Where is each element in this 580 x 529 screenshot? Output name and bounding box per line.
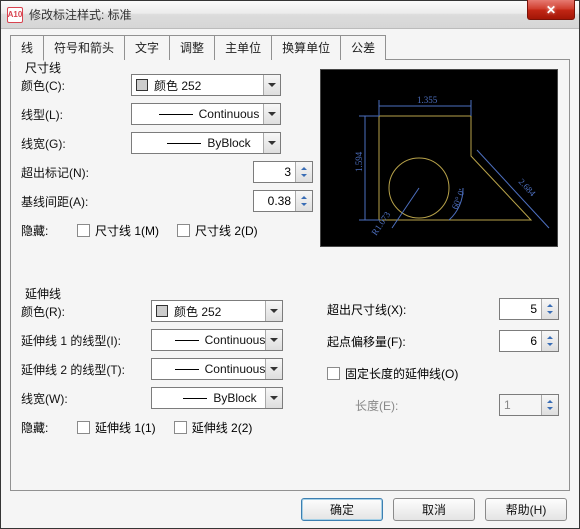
extline1-linetype-value: Continuous — [205, 333, 266, 347]
dropdown-icon[interactable] — [265, 301, 282, 321]
ok-button[interactable]: 确定 — [301, 498, 383, 521]
tab-tolerances[interactable]: 公差 — [340, 35, 386, 60]
dimline-baseline-spinner[interactable]: 0.38 — [253, 190, 313, 212]
dimline-baseline-label: 基线间距(A): — [21, 193, 191, 210]
extline-hide-label: 隐藏: — [21, 419, 77, 436]
svg-text:1.355: 1.355 — [417, 95, 438, 105]
extline-lineweight-value: ByBlock — [213, 391, 256, 405]
extline-beyond-label: 超出尺寸线(X): — [327, 301, 447, 318]
extline-beyond-spinner[interactable]: 5 — [499, 298, 559, 320]
checkbox-icon — [77, 224, 90, 237]
extline2-linetype-value: Continuous — [205, 362, 266, 376]
extline-color-combo[interactable]: 颜色 252 — [151, 300, 283, 322]
extline-fixed-text: 固定长度的延伸线(O) — [345, 365, 458, 382]
dropdown-icon[interactable] — [265, 359, 282, 379]
window-title: 修改标注样式: 标准 — [29, 6, 132, 23]
dimline-hide1-text: 尺寸线 1(M) — [95, 222, 159, 239]
svg-text:R1.073: R1.073 — [369, 209, 392, 237]
extline1-linetype-label: 延伸线 1 的线型(I): — [21, 332, 151, 349]
dimline-extend-spinner[interactable]: 3 — [253, 161, 313, 183]
spinner-icon[interactable] — [541, 299, 558, 319]
line-preview-icon — [183, 398, 207, 399]
extline-offset-value: 6 — [500, 334, 541, 348]
app-icon: A10 — [7, 7, 23, 23]
extline-beyond-value: 5 — [500, 302, 541, 316]
group-extension-lines: 延伸线 颜色(R): 颜色 252 延伸线 1 的线型(I): — [21, 294, 313, 438]
extline-length-value: 1 — [500, 398, 541, 412]
dimline-hide1-checkbox[interactable]: 尺寸线 1(M) — [77, 222, 159, 239]
dimline-baseline-value: 0.38 — [254, 194, 295, 208]
dimline-color-label: 颜色(C): — [21, 77, 131, 94]
extline-color-value: 颜色 252 — [174, 303, 221, 320]
extline2-linetype-combo[interactable]: Continuous — [151, 358, 283, 380]
dimension-preview: 1.355 1.594 2.684 R1.073 60° 0' — [320, 69, 558, 247]
titlebar: A10 修改标注样式: 标准 ✕ — [1, 1, 579, 29]
dropdown-icon[interactable] — [265, 330, 282, 350]
tab-text[interactable]: 文字 — [124, 35, 170, 60]
dimline-hide2-checkbox[interactable]: 尺寸线 2(D) — [177, 222, 258, 239]
tab-primary-units[interactable]: 主单位 — [214, 35, 272, 60]
dropdown-icon[interactable] — [263, 133, 280, 153]
checkbox-icon — [77, 421, 90, 434]
tab-lines[interactable]: 线 — [10, 35, 44, 61]
dimline-linetype-combo[interactable]: Continuous — [131, 103, 281, 125]
tabstrip: 线 符号和箭头 文字 调整 主单位 换算单位 公差 — [10, 35, 570, 60]
spinner-icon[interactable] — [541, 331, 558, 351]
extline-hide1-text: 延伸线 1(1) — [95, 419, 156, 436]
tab-alt-units[interactable]: 换算单位 — [271, 35, 341, 60]
spinner-icon — [541, 395, 558, 415]
extline-length-label: 长度(E): — [355, 397, 447, 414]
extline-fixed-checkbox[interactable]: 固定长度的延伸线(O) — [327, 365, 458, 382]
extline-color-label: 颜色(R): — [21, 303, 151, 320]
line-preview-icon — [175, 369, 199, 370]
cancel-button[interactable]: 取消 — [393, 498, 475, 521]
dimline-linetype-label: 线型(L): — [21, 106, 131, 123]
line-preview-icon — [175, 340, 199, 341]
svg-text:60° 0': 60° 0' — [450, 187, 467, 211]
extline-hide2-checkbox[interactable]: 延伸线 2(2) — [174, 419, 253, 436]
tab-symbols-arrows[interactable]: 符号和箭头 — [43, 35, 125, 60]
extline-length-spinner[interactable]: 1 — [499, 394, 559, 416]
dimline-extend-value: 3 — [254, 165, 295, 179]
spinner-icon[interactable] — [295, 162, 312, 182]
dropdown-icon[interactable] — [265, 388, 282, 408]
dropdown-icon[interactable] — [263, 75, 280, 95]
line-preview-icon — [159, 114, 193, 115]
spinner-icon[interactable] — [295, 191, 312, 211]
button-bar: 确定 取消 帮助(H) — [1, 490, 579, 528]
dimline-color-value: 颜色 252 — [154, 77, 201, 94]
dimline-hide2-text: 尺寸线 2(D) — [195, 222, 258, 239]
extline-hide1-checkbox[interactable]: 延伸线 1(1) — [77, 419, 156, 436]
dimline-linetype-value: Continuous — [199, 107, 260, 121]
checkbox-icon — [177, 224, 190, 237]
dimline-lineweight-label: 线宽(G): — [21, 135, 131, 152]
dimline-lineweight-combo[interactable]: ByBlock — [131, 132, 281, 154]
group-dimension-lines-legend: 尺寸线 — [21, 59, 65, 76]
tab-fit[interactable]: 调整 — [169, 35, 215, 60]
extline-hide2-text: 延伸线 2(2) — [192, 419, 253, 436]
checkbox-icon — [327, 367, 340, 380]
svg-text:1.594: 1.594 — [354, 151, 364, 172]
svg-text:2.684: 2.684 — [517, 177, 538, 199]
extline2-linetype-label: 延伸线 2 的线型(T): — [21, 361, 151, 378]
extline-offset-label: 起点偏移量(F): — [327, 333, 447, 350]
group-extension-lines-legend: 延伸线 — [21, 285, 65, 302]
dropdown-icon[interactable] — [263, 104, 280, 124]
color-swatch-icon — [136, 79, 148, 91]
close-button[interactable]: ✕ — [527, 0, 575, 20]
dimline-color-combo[interactable]: 颜色 252 — [131, 74, 281, 96]
extline-lineweight-label: 线宽(W): — [21, 390, 151, 407]
dimline-hide-label: 隐藏: — [21, 222, 77, 239]
extline-offset-spinner[interactable]: 6 — [499, 330, 559, 352]
group-dimension-lines: 尺寸线 颜色(C): 颜色 252 线型(L): Cont — [21, 68, 313, 252]
extline-lineweight-combo[interactable]: ByBlock — [151, 387, 283, 409]
dimline-lineweight-value: ByBlock — [207, 136, 250, 150]
color-swatch-icon — [156, 305, 168, 317]
checkbox-icon — [174, 421, 187, 434]
help-button[interactable]: 帮助(H) — [485, 498, 567, 521]
extline1-linetype-combo[interactable]: Continuous — [151, 329, 283, 351]
dimline-extend-label: 超出标记(N): — [21, 164, 191, 181]
line-preview-icon — [167, 143, 201, 144]
